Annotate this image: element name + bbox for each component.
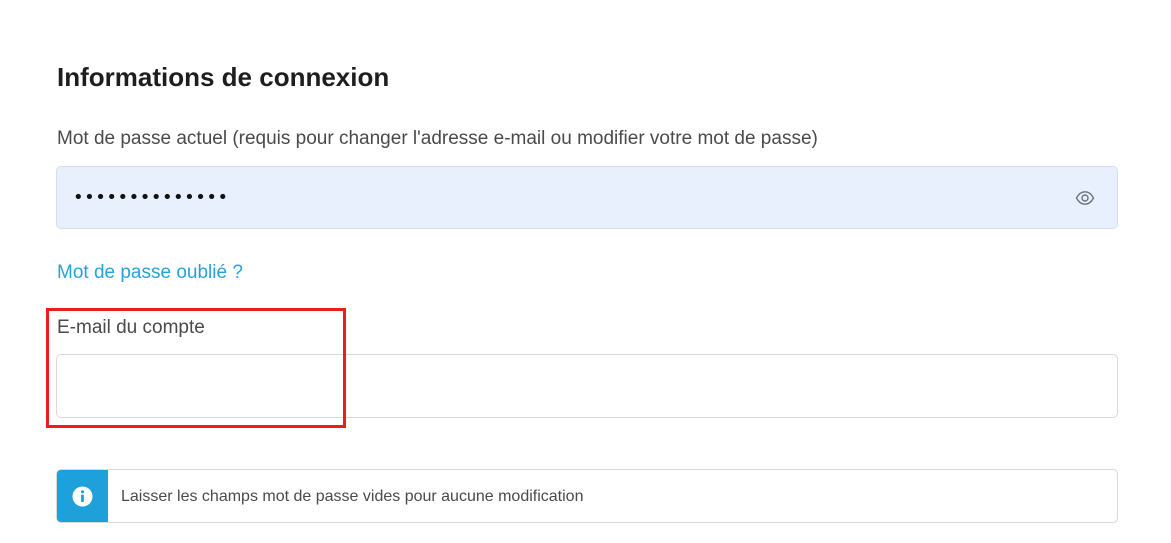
section-title: Informations de connexion: [57, 62, 390, 92]
account-email-input[interactable]: [57, 355, 1117, 417]
account-email-field[interactable]: [56, 354, 1118, 418]
info-icon: [72, 486, 93, 507]
info-icon-area: [57, 470, 108, 522]
info-alert-text: Laisser les champs mot de passe vides po…: [121, 488, 584, 505]
eye-icon[interactable]: [1075, 188, 1095, 208]
info-alert: Laisser les champs mot de passe vides po…: [56, 469, 1118, 523]
account-login-info-page: Informations de connexion Mot de passe a…: [0, 0, 1171, 543]
current-password-value[interactable]: ••••••••••••••: [73, 186, 229, 210]
account-email-label: E-mail du compte: [57, 317, 205, 338]
current-password-field[interactable]: ••••••••••••••: [56, 166, 1118, 229]
forgot-password-link[interactable]: Mot de passe oublié ?: [57, 261, 243, 285]
current-password-label: Mot de passe actuel (requis pour changer…: [57, 128, 818, 149]
